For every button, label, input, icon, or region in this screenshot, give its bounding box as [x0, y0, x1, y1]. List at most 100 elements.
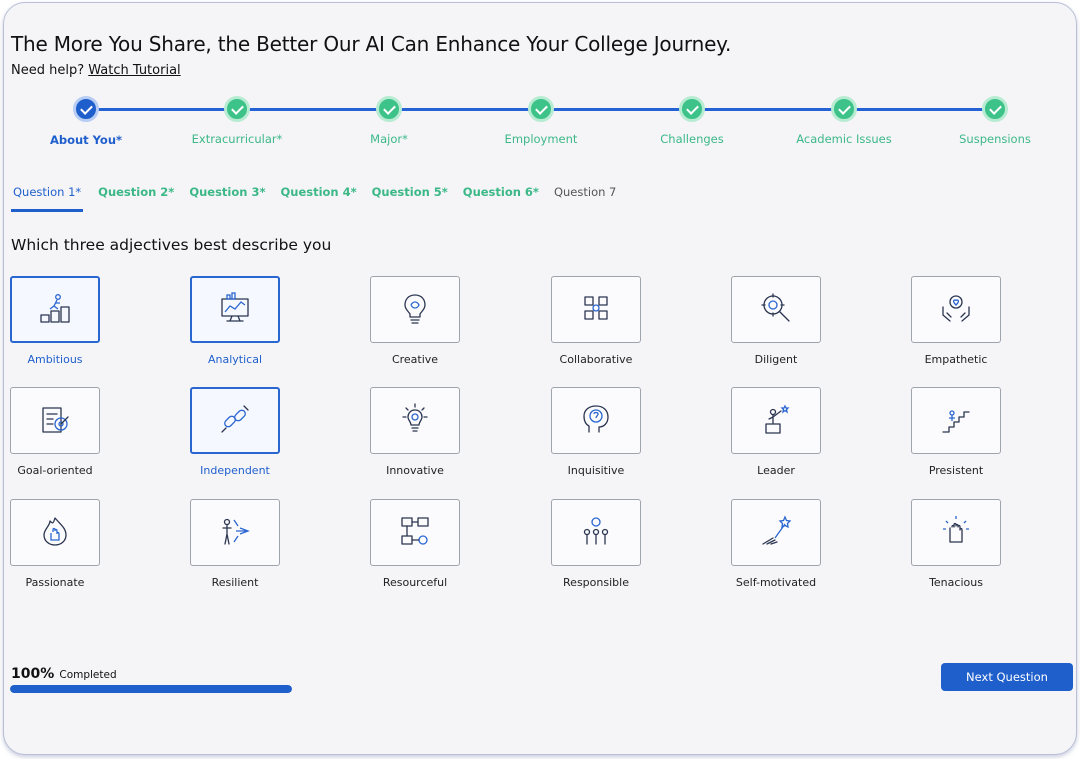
tab-question-6[interactable]: Question 6* — [463, 181, 539, 209]
option-card[interactable] — [551, 387, 641, 454]
option-label: Collaborative — [559, 353, 633, 366]
option-label: Analytical — [207, 353, 263, 366]
leader-icon — [759, 402, 793, 440]
option-card[interactable] — [911, 387, 1001, 454]
check-icon — [224, 96, 250, 122]
option-card[interactable] — [911, 499, 1001, 566]
step-label: Extracurricular* — [191, 132, 283, 146]
app-frame: The More You Share, the Better Our AI Ca… — [3, 2, 1077, 755]
check-icon — [528, 96, 554, 122]
option-label: Diligent — [754, 353, 798, 366]
option-card[interactable] — [190, 387, 280, 454]
step-employment[interactable]: Employment — [471, 93, 611, 146]
inquisitive-icon — [579, 402, 613, 440]
option-label: Ambitious — [27, 353, 83, 366]
question-tabs: Question 1* Question 2* Question 3* Questio… — [11, 181, 631, 213]
tab-question-1[interactable]: Question 1* — [11, 181, 84, 212]
check-icon — [73, 96, 99, 122]
option-label: Passionate — [25, 576, 85, 589]
option-card[interactable] — [370, 387, 460, 454]
progress-percent: 100% — [11, 666, 55, 682]
watch-tutorial-link[interactable]: Watch Tutorial — [88, 63, 180, 78]
collaborative-icon — [579, 291, 613, 329]
option-innovative[interactable]: Innovative — [370, 387, 470, 482]
option-resilient[interactable]: Resilient — [190, 499, 290, 594]
step-suspensions[interactable]: Suspensions — [925, 93, 1065, 146]
progress-bar-fill — [10, 685, 292, 693]
tab-question-2[interactable]: Question 2* — [98, 181, 174, 209]
option-card[interactable] — [731, 387, 821, 454]
option-card[interactable] — [190, 499, 280, 566]
option-creative[interactable]: Creative — [370, 276, 470, 371]
help-text: Need help? — [11, 63, 85, 78]
option-card[interactable] — [731, 499, 821, 566]
option-label: Resourceful — [382, 576, 448, 589]
option-empathetic[interactable]: Empathetic — [911, 276, 1011, 371]
check-icon — [679, 96, 705, 122]
option-passionate[interactable]: Passionate — [10, 499, 110, 594]
next-question-button[interactable]: Next Question — [941, 663, 1073, 691]
option-presistent[interactable]: Presistent — [911, 387, 1011, 482]
option-responsible[interactable]: Responsible — [551, 499, 651, 594]
step-label: Challenges — [660, 132, 724, 146]
progress-summary: 100% Completed — [11, 663, 117, 682]
progress-bar — [10, 685, 292, 693]
option-label: Independent — [200, 464, 270, 477]
page-title: The More You Share, the Better Our AI Ca… — [11, 32, 732, 56]
check-icon — [376, 96, 402, 122]
option-card[interactable] — [911, 276, 1001, 343]
option-self-motivated[interactable]: Self-motivated — [731, 499, 831, 594]
option-card[interactable] — [370, 499, 460, 566]
option-inquisitive[interactable]: Inquisitive — [551, 387, 651, 482]
check-icon — [831, 96, 857, 122]
goal-oriented-icon — [38, 402, 72, 440]
help-row: Need help? Watch Tutorial — [11, 63, 181, 78]
step-major[interactable]: Major* — [319, 93, 459, 146]
option-card[interactable] — [10, 499, 100, 566]
tenacious-icon — [939, 514, 973, 552]
option-analytical[interactable]: Analytical — [190, 276, 290, 371]
step-label: Employment — [504, 132, 578, 146]
option-card[interactable] — [551, 276, 641, 343]
empathetic-icon — [939, 291, 973, 329]
option-resourceful[interactable]: Resourceful — [370, 499, 470, 594]
step-challenges[interactable]: Challenges — [622, 93, 762, 146]
option-card[interactable] — [190, 276, 280, 343]
tab-question-5[interactable]: Question 5* — [372, 181, 448, 209]
step-label: Academic Issues — [796, 132, 892, 146]
option-collaborative[interactable]: Collaborative — [551, 276, 651, 371]
option-label: Empathetic — [924, 353, 988, 366]
step-extracurricular[interactable]: Extracurricular* — [167, 93, 307, 146]
option-card[interactable] — [370, 276, 460, 343]
step-about-you[interactable]: About You* — [16, 93, 156, 147]
option-card[interactable] — [10, 276, 100, 343]
progress-stepper: About You* Extracurricular* Major* Employme… — [4, 93, 1078, 153]
option-card[interactable] — [551, 499, 641, 566]
step-label: Suspensions — [959, 132, 1031, 146]
self-motivated-icon — [759, 514, 793, 552]
tab-question-7[interactable]: Question 7 — [554, 181, 616, 209]
option-goal-oriented[interactable]: Goal-oriented — [10, 387, 110, 482]
analytical-icon — [218, 291, 252, 329]
option-label: Creative — [391, 353, 439, 366]
option-card[interactable] — [10, 387, 100, 454]
option-card[interactable] — [731, 276, 821, 343]
option-diligent[interactable]: Diligent — [731, 276, 831, 371]
tab-question-4[interactable]: Question 4* — [280, 181, 356, 209]
passionate-icon — [38, 514, 72, 552]
option-label: Leader — [757, 464, 795, 477]
option-ambitious[interactable]: Ambitious — [10, 276, 110, 371]
independent-icon — [218, 402, 252, 440]
creative-icon — [398, 291, 432, 329]
option-tenacious[interactable]: Tenacious — [911, 499, 1011, 594]
resourceful-icon — [398, 514, 432, 552]
step-academic-issues[interactable]: Academic Issues — [774, 93, 914, 146]
step-label: About You* — [49, 133, 123, 147]
option-label: Presistent — [928, 464, 984, 477]
option-label: Goal-oriented — [17, 464, 93, 477]
ambitious-icon — [38, 291, 72, 329]
option-independent[interactable]: Independent — [190, 387, 290, 482]
tab-question-3[interactable]: Question 3* — [189, 181, 265, 209]
step-label: Major* — [370, 132, 408, 146]
option-leader[interactable]: Leader — [731, 387, 831, 482]
